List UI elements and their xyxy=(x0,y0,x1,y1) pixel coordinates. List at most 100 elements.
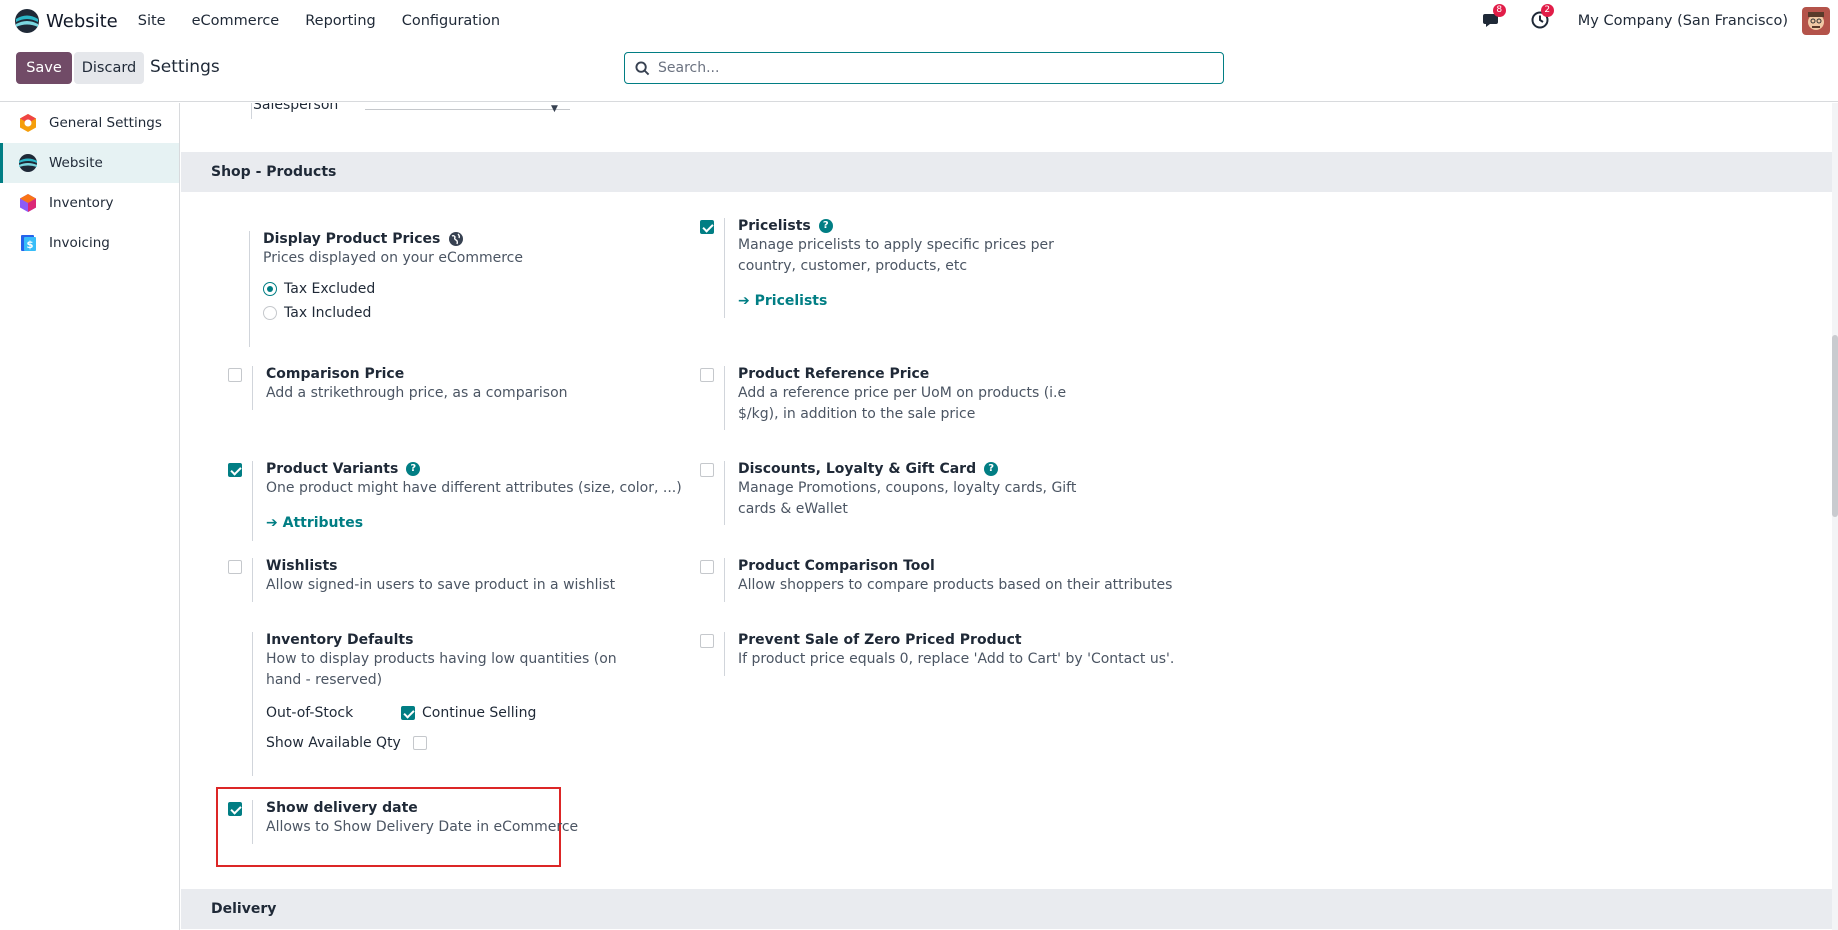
setting-description: One product might have different attribu… xyxy=(266,480,682,496)
setting-divider xyxy=(249,231,250,347)
general-settings-icon xyxy=(20,114,36,132)
help-icon[interactable]: ? xyxy=(818,219,833,233)
setting-divider xyxy=(724,218,725,318)
help-icon[interactable]: ? xyxy=(406,462,421,476)
search-box[interactable] xyxy=(624,52,1224,84)
show-available-qty-checkbox[interactable] xyxy=(412,736,427,750)
setting-description: How to display products having low quant… xyxy=(266,651,617,688)
setting-title: Product Comparison Tool xyxy=(738,558,935,574)
setting-divider xyxy=(252,461,253,541)
out-of-stock-label: Out-of-Stock xyxy=(266,705,354,721)
setting-divider xyxy=(724,558,725,602)
setting-title: Display Product Prices xyxy=(263,231,441,247)
radio-tax-excluded[interactable]: Tax Excluded xyxy=(263,281,523,297)
setting-description: Prices displayed on your eCommerce xyxy=(263,250,523,266)
setting-title: Discounts, Loyalty & Gift Card xyxy=(738,461,977,477)
menu-configuration[interactable]: Configuration xyxy=(402,13,500,29)
discard-button[interactable]: Discard xyxy=(74,52,144,84)
control-panel: Save Discard Settings xyxy=(0,42,1838,102)
inventory-icon xyxy=(20,194,36,212)
sidebar-item-website[interactable]: Website xyxy=(0,143,179,183)
setting-title: Prevent Sale of Zero Priced Product xyxy=(738,632,1022,648)
setting-description: Allow signed-in users to save product in… xyxy=(266,577,616,593)
section-delivery: Delivery xyxy=(181,889,1832,929)
top-navbar: Website Site eCommerce Reporting Configu… xyxy=(0,0,1838,42)
pricelists-link[interactable]: ➔ Pricelists xyxy=(738,293,1098,309)
user-avatar[interactable] xyxy=(1802,7,1830,35)
save-button[interactable]: Save xyxy=(16,52,72,84)
radio-button[interactable] xyxy=(263,306,277,320)
scrollbar-track[interactable] xyxy=(1832,103,1838,930)
setting-description: Manage pricelists to apply specific pric… xyxy=(738,237,1054,274)
globe-icon xyxy=(449,232,464,246)
menu-reporting[interactable]: Reporting xyxy=(305,13,376,29)
sidebar-item-inventory[interactable]: Inventory xyxy=(0,183,179,223)
settings-content: Salesperson ▼ Shop - Products Display Pr… xyxy=(181,103,1838,930)
page-title: Settings xyxy=(150,57,220,77)
salesperson-label: Salesperson xyxy=(253,103,339,113)
scrollbar-thumb[interactable] xyxy=(1832,335,1838,517)
reference-price-checkbox[interactable] xyxy=(700,368,714,382)
sidebar-item-invoicing[interactable]: $ Invoicing xyxy=(0,223,179,263)
radio-button[interactable] xyxy=(263,282,277,296)
product-variants-checkbox[interactable] xyxy=(228,463,242,477)
comparison-price-checkbox[interactable] xyxy=(228,368,242,382)
continue-selling-checkbox[interactable] xyxy=(401,706,415,720)
radio-label: Tax Excluded xyxy=(284,281,376,297)
sidebar-item-label: Website xyxy=(49,155,103,171)
setting-description: Allow shoppers to compare products based… xyxy=(738,577,1173,593)
comparison-tool-checkbox[interactable] xyxy=(700,560,714,574)
setting-title: Show delivery date xyxy=(266,800,418,816)
app-brand[interactable]: Website xyxy=(14,8,118,34)
link-label: Pricelists xyxy=(754,293,828,309)
setting-description: Add a strikethrough price, as a comparis… xyxy=(266,385,568,401)
search-input[interactable] xyxy=(658,60,1198,76)
chevron-down-icon[interactable]: ▼ xyxy=(551,104,558,114)
svg-text:$: $ xyxy=(27,240,34,251)
setting-divider xyxy=(724,366,725,430)
zero-price-checkbox[interactable] xyxy=(700,634,714,648)
setting-title: Comparison Price xyxy=(266,366,405,382)
salesperson-select[interactable] xyxy=(365,109,570,110)
setting-title: Product Reference Price xyxy=(738,366,930,382)
salesperson-field[interactable]: Salesperson xyxy=(253,103,583,119)
activities-count-badge: 2 xyxy=(1540,4,1554,17)
radio-tax-included[interactable]: Tax Included xyxy=(263,305,523,321)
setting-title: Inventory Defaults xyxy=(266,632,414,648)
messages-button[interactable]: 8 xyxy=(1482,4,1506,32)
attributes-link[interactable]: ➔ Attributes xyxy=(266,515,682,531)
setting-divider xyxy=(252,632,253,776)
setting-divider xyxy=(724,632,725,676)
sidebar-item-label: General Settings xyxy=(49,115,162,131)
company-switcher[interactable]: My Company (San Francisco) xyxy=(1578,13,1788,29)
setting-divider xyxy=(251,103,252,119)
invoicing-icon: $ xyxy=(21,235,36,251)
radio-label: Tax Included xyxy=(284,305,372,321)
out-of-stock-row: Out-of-Stock Continue Selling xyxy=(266,705,626,721)
sidebar-item-label: Invoicing xyxy=(49,235,110,251)
navbar-systray: 8 2 My Company (San Francisco) xyxy=(1482,0,1838,42)
discounts-checkbox[interactable] xyxy=(700,463,714,477)
help-icon[interactable]: ? xyxy=(984,462,999,476)
menu-ecommerce[interactable]: eCommerce xyxy=(192,13,280,29)
show-available-qty-row: Show Available Qty xyxy=(266,735,626,751)
user-avatar-icon xyxy=(1802,7,1830,35)
setting-divider xyxy=(724,461,725,525)
messages-count-badge: 8 xyxy=(1492,4,1506,17)
wishlists-checkbox[interactable] xyxy=(228,560,242,574)
website-app-icon xyxy=(15,9,39,33)
app-name: Website xyxy=(46,10,118,32)
sidebar-item-general-settings[interactable]: General Settings xyxy=(0,103,179,143)
pricelists-checkbox[interactable] xyxy=(700,220,714,234)
setting-description: Allows to Show Delivery Date in eCommerc… xyxy=(266,819,579,835)
setting-divider xyxy=(252,366,253,410)
setting-description: If product price equals 0, replace 'Add … xyxy=(738,651,1175,667)
settings-sidebar: General Settings Website Inventory $ Inv… xyxy=(0,103,180,930)
link-label: Attributes xyxy=(282,515,364,531)
menu-site[interactable]: Site xyxy=(138,13,166,29)
activities-button[interactable]: 2 xyxy=(1530,4,1554,32)
show-delivery-date-checkbox[interactable] xyxy=(228,802,242,816)
setting-title: Product Variants xyxy=(266,461,399,477)
setting-title: Pricelists xyxy=(738,218,811,234)
setting-divider xyxy=(252,800,253,844)
